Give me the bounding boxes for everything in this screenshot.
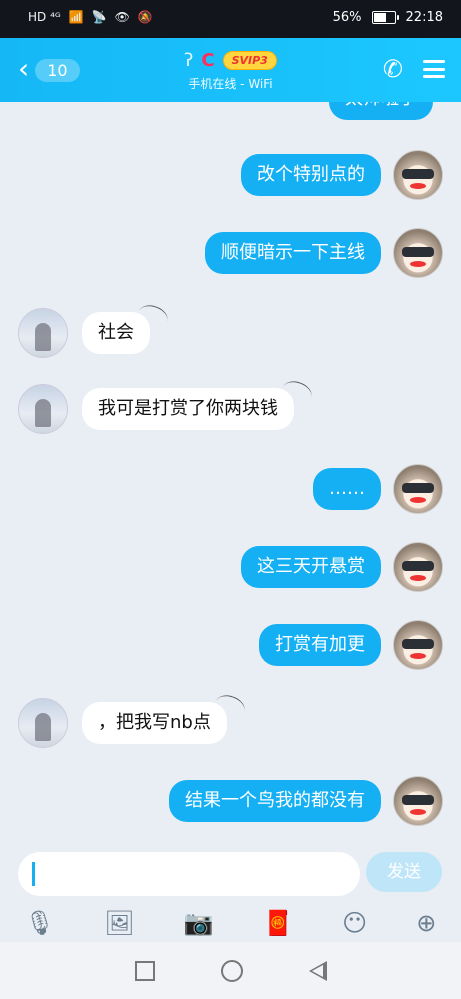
message-bubble[interactable]: 我可是打赏了你两块钱 xyxy=(82,388,294,430)
send-button[interactable]: 发送 xyxy=(366,852,442,892)
message-bubble[interactable]: 社会 xyxy=(82,312,150,354)
clock: 22:18 xyxy=(405,10,443,25)
contact-avatar[interactable] xyxy=(18,698,68,748)
message-row-in: ，把我写nb点 xyxy=(18,698,227,748)
camera-icon[interactable]: 📷 xyxy=(184,909,214,937)
message-bubble[interactable]: 改个特别点的 xyxy=(241,154,381,196)
plus-icon[interactable]: ⊕ xyxy=(416,909,436,937)
text-caret xyxy=(32,862,35,886)
chat-header: ‹ 10 ʔ C SVIP3 手机在线 - WiFi ✆ xyxy=(0,38,461,102)
microphone-icon[interactable]: 🎙 xyxy=(25,909,55,937)
message-row-in: 社会 xyxy=(18,308,150,358)
red-packet-icon[interactable]: 🧧 xyxy=(263,909,293,937)
status-left: HD ⁴ᴳ 📶 📡 👁 🔕 xyxy=(28,10,153,24)
signal-icon: 📶 xyxy=(68,10,84,24)
message-bubble[interactable]: 结果一个鸟我的都没有 xyxy=(169,780,381,822)
wifi-icon: 📡 xyxy=(91,10,107,24)
home-icon[interactable] xyxy=(220,959,243,982)
image-icon[interactable]: 🖼 xyxy=(104,909,134,937)
status-bar: HD ⁴ᴳ 📶 📡 👁 🔕 56% 22:18 xyxy=(0,0,461,38)
contact-avatar[interactable] xyxy=(18,308,68,358)
message-row-out: 结果一个鸟我的都没有 xyxy=(169,776,443,826)
menu-icon[interactable] xyxy=(423,60,445,78)
android-navbar xyxy=(0,942,461,999)
network-icons: HD ⁴ᴳ xyxy=(28,10,61,24)
battery-percent: 56% xyxy=(332,10,362,25)
battery-icon xyxy=(371,11,399,24)
message-row-out: 打赏有加更 xyxy=(259,620,443,670)
message-bubble[interactable]: 太帅啦了 xyxy=(329,102,433,120)
input-toolbar: 🎙 🖼 📷 🧧 😶 ⊕ xyxy=(0,904,461,942)
self-avatar[interactable] xyxy=(393,228,443,278)
message-bubble[interactable]: 这三天开悬赏 xyxy=(241,546,381,588)
contact-name[interactable]: C xyxy=(201,50,214,71)
chat-area[interactable]: 太帅啦了 改个特别点的 顺便暗示一下主线 社会 我可是打赏了你两块钱 …… 这三… xyxy=(0,102,461,842)
message-bubble[interactable]: 打赏有加更 xyxy=(259,624,381,666)
phone-icon[interactable]: ✆ xyxy=(383,55,403,83)
message-row-out: 太帅啦了 xyxy=(329,102,433,120)
self-avatar[interactable] xyxy=(393,150,443,200)
message-bubble[interactable]: 顺便暗示一下主线 xyxy=(205,232,381,274)
header-actions: ✆ xyxy=(383,55,445,83)
emoji-icon[interactable]: 😶 xyxy=(342,909,367,937)
back-icon[interactable] xyxy=(308,960,327,981)
message-row-out: …… xyxy=(313,464,443,514)
message-input[interactable] xyxy=(18,852,360,896)
self-avatar[interactable] xyxy=(393,620,443,670)
self-avatar[interactable] xyxy=(393,776,443,826)
message-row-in: 我可是打赏了你两块钱 xyxy=(18,384,294,434)
ear-icon: ʔ xyxy=(184,50,194,71)
message-row-out: 改个特别点的 xyxy=(241,150,443,200)
message-bubble[interactable]: …… xyxy=(313,468,381,510)
contact-avatar[interactable] xyxy=(18,384,68,434)
recent-apps-icon[interactable] xyxy=(134,960,155,981)
self-avatar[interactable] xyxy=(393,542,443,592)
status-right: 56% 22:18 xyxy=(333,10,443,25)
input-area: 发送 🎙 🖼 📷 🧧 😶 ⊕ xyxy=(0,842,461,942)
self-avatar[interactable] xyxy=(393,464,443,514)
eye-icon: 👁 xyxy=(114,10,130,24)
message-row-out: 顺便暗示一下主线 xyxy=(205,228,443,278)
vip-badge: SVIP3 xyxy=(222,51,277,70)
message-bubble[interactable]: ，把我写nb点 xyxy=(82,702,227,744)
mute-icon: 🔕 xyxy=(137,10,153,24)
message-row-out: 这三天开悬赏 xyxy=(241,542,443,592)
